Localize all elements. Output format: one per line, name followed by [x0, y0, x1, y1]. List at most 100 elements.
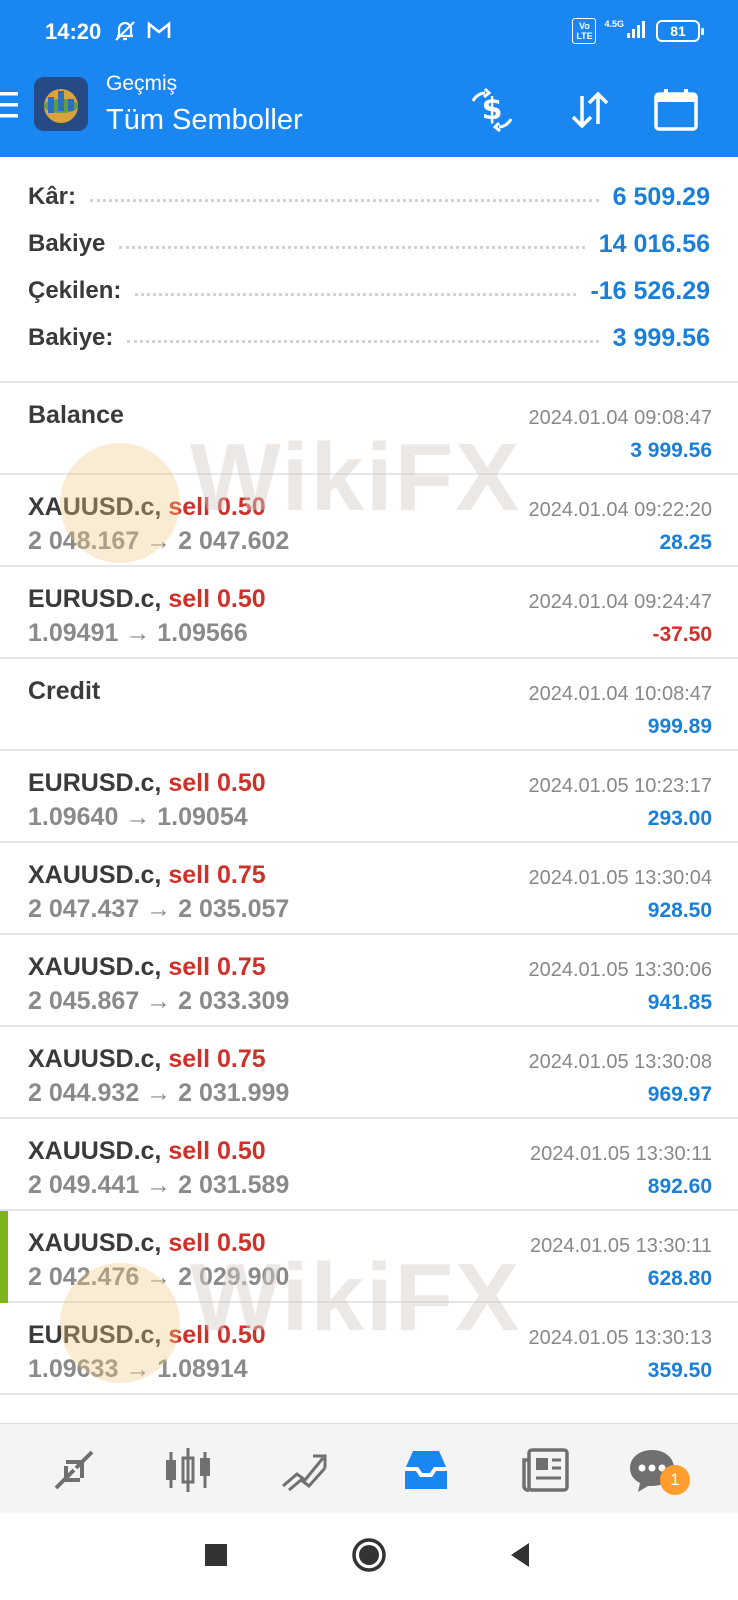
- summary-label: Kâr:: [28, 183, 77, 210]
- deal-row-selected[interactable]: XAUUSD.c, sell 0.50 2 042.476 → 2 029.90…: [0, 1211, 738, 1303]
- calendar-icon[interactable]: [648, 82, 704, 138]
- deal-time: 2024.01.04 09:08:47: [528, 407, 712, 429]
- deal-list[interactable]: Balance 2024.01.04 09:08:47 3 999.56 XAU…: [0, 383, 738, 1423]
- sort-icon[interactable]: [562, 82, 618, 138]
- deal-row[interactable]: EURUSD.c, sell 0.50 1.09491 → 1.09566 20…: [0, 567, 738, 659]
- recent-apps-icon[interactable]: [194, 1533, 238, 1577]
- deal-row[interactable]: XAUUSD.c, sell 0.50 2 049.441 → 2 031.58…: [0, 1119, 738, 1211]
- deal-profit: 3 999.56: [630, 439, 712, 462]
- summary-label: Çekilen:: [28, 277, 122, 304]
- deal-row[interactable]: Balance 2024.01.04 09:08:47 3 999.56: [0, 383, 738, 475]
- trade-icon[interactable]: [276, 1442, 332, 1498]
- system-navigation: [0, 1513, 738, 1600]
- summary-row-balance: Bakiye: 3 999.56: [28, 314, 710, 362]
- deal-time: 2024.01.05 10:23:17: [528, 775, 712, 797]
- deal-symbol: XAUUSD.c,: [28, 1137, 162, 1165]
- summary-value: -16 526.29: [590, 276, 710, 305]
- history-icon[interactable]: [398, 1442, 454, 1498]
- deal-profit: 941.85: [647, 991, 712, 1014]
- bell-muted-icon: [112, 18, 138, 49]
- app-title: Tüm Semboller: [106, 104, 303, 136]
- deal-row[interactable]: EURUSD.c, sell 0.50 1.09640 → 1.09054 20…: [0, 751, 738, 843]
- dollar-swap-icon[interactable]: $: [464, 82, 520, 138]
- battery-icon: 81: [656, 20, 704, 42]
- quotes-icon[interactable]: [46, 1442, 102, 1498]
- dotted-leader: [90, 198, 599, 202]
- deal-row[interactable]: Credit 2024.01.04 10:08:47 999.89: [0, 659, 738, 751]
- summary-value: 14 016.56: [598, 229, 710, 258]
- deal-time: 2024.01.05 13:30:04: [528, 867, 712, 889]
- deal-profit: 892.60: [647, 1175, 712, 1198]
- volte-icon: Vo LTE: [572, 18, 597, 44]
- deal-symbol: XAUUSD.c,: [28, 1229, 162, 1257]
- deal-prices: 1.09491 → 1.09566: [28, 619, 248, 647]
- deal-row[interactable]: XAUUSD.c, sell 0.75 2 045.867 → 2 033.30…: [0, 935, 738, 1027]
- deal-prices: 2 049.441 → 2 031.589: [28, 1171, 290, 1199]
- app-bar: Geçmiş Tüm Semboller $: [0, 60, 738, 157]
- deal-row[interactable]: XAUUSD.c, sell 0.50 2 048.167 → 2 047.60…: [0, 475, 738, 567]
- deal-side: sell 0.50: [168, 1229, 266, 1257]
- deal-time: 2024.01.04 09:22:20: [528, 499, 712, 521]
- summary-value: 6 509.29: [612, 182, 710, 211]
- deal-symbol: Balance: [28, 401, 124, 429]
- deal-symbol: EURUSD.c,: [28, 769, 162, 797]
- deal-symbol: XAUUSD.c,: [28, 493, 162, 521]
- deal-profit: 28.25: [659, 531, 712, 554]
- deal-side: sell 0.75: [168, 1045, 266, 1073]
- deal-prices: 1.09640 → 1.09054: [28, 803, 248, 831]
- dotted-leader: [119, 245, 585, 249]
- deal-time: 2024.01.05 13:30:11: [529, 1143, 712, 1165]
- summary-row-profit: Kâr: 6 509.29: [28, 173, 710, 221]
- deal-side: sell 0.50: [168, 1137, 266, 1165]
- deal-side: sell 0.75: [168, 861, 266, 889]
- network-type: 4.5G: [604, 18, 624, 29]
- app-logo: [34, 77, 88, 131]
- dotted-leader: [135, 292, 577, 296]
- chart-icon[interactable]: [160, 1442, 216, 1498]
- deal-profit: 969.97: [647, 1083, 712, 1106]
- deal-profit: -37.50: [652, 623, 712, 646]
- deal-row[interactable]: EURUSD.c, sell 0.50 1.09633 → 1.08914 20…: [0, 1303, 738, 1395]
- menu-icon[interactable]: [0, 90, 20, 125]
- status-bar: 14:20 Vo LTE 4.5G 81: [0, 0, 738, 60]
- signal-icon: [626, 19, 648, 44]
- deal-prices: 2 048.167 → 2 047.602: [28, 527, 290, 555]
- deal-profit: 928.50: [647, 899, 712, 922]
- deal-side: sell 0.50: [168, 769, 266, 797]
- deal-symbol: EURUSD.c,: [28, 585, 162, 613]
- deal-symbol: XAUUSD.c,: [28, 953, 162, 981]
- deal-row[interactable]: XAUUSD.c, sell 0.75 2 044.932 → 2 031.99…: [0, 1027, 738, 1119]
- home-icon[interactable]: [347, 1533, 391, 1577]
- deal-row[interactable]: XAUUSD.c, sell 0.75 2 047.437 → 2 035.05…: [0, 843, 738, 935]
- summary-label: Bakiye: [28, 230, 106, 257]
- back-icon[interactable]: [498, 1533, 542, 1577]
- deal-side: sell 0.75: [168, 953, 266, 981]
- deal-symbol: XAUUSD.c,: [28, 861, 162, 889]
- deal-side: sell 0.50: [168, 585, 266, 613]
- dotted-leader: [127, 339, 599, 343]
- summary-label: Bakiye:: [28, 324, 114, 351]
- deal-time: 2024.01.05 13:30:13: [528, 1327, 712, 1349]
- deal-prices: 2 045.867 → 2 033.309: [28, 987, 290, 1015]
- deal-time: 2024.01.05 13:30:11: [529, 1235, 712, 1257]
- deal-profit: 628.80: [647, 1267, 712, 1290]
- deal-prices: 2 042.476 → 2 029.900: [28, 1263, 290, 1291]
- deal-symbol: EURUSD.c,: [28, 1321, 162, 1349]
- deal-time: 2024.01.05 13:30:06: [528, 959, 712, 981]
- deal-profit: 359.50: [647, 1359, 712, 1382]
- gmail-icon: [146, 18, 172, 49]
- app-subtitle: Geçmiş: [106, 72, 178, 95]
- deal-symbol: XAUUSD.c,: [28, 1045, 162, 1073]
- deal-side: sell 0.50: [168, 493, 266, 521]
- summary-row-deposit: Bakiye 14 016.56: [28, 220, 710, 268]
- deal-profit: 293.00: [647, 807, 712, 830]
- deal-profit: 999.89: [647, 715, 712, 738]
- deal-prices: 2 047.437 → 2 035.057: [28, 895, 290, 923]
- account-summary: Kâr: 6 509.29 Bakiye 14 016.56 Çekilen: …: [0, 157, 738, 383]
- status-time: 14:20: [45, 19, 102, 44]
- deal-time: 2024.01.04 09:24:47: [528, 591, 712, 613]
- deal-prices: 1.09633 → 1.08914: [28, 1355, 248, 1383]
- news-icon[interactable]: [518, 1442, 574, 1498]
- summary-value: 3 999.56: [612, 323, 710, 352]
- deal-time: 2024.01.05 13:30:08: [528, 1051, 712, 1073]
